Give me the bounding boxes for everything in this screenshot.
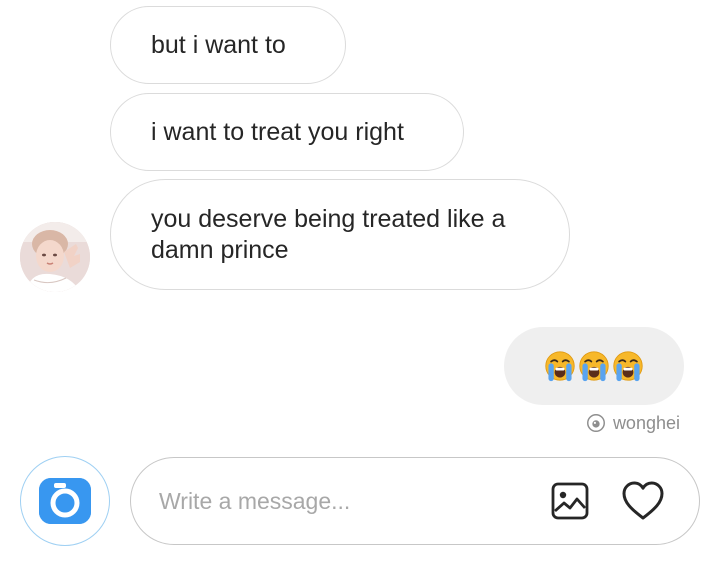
message-composer <box>130 457 700 545</box>
camera-button[interactable] <box>20 456 110 546</box>
avatar[interactable] <box>20 222 90 292</box>
incoming-message[interactable]: i want to treat you right <box>110 93 464 171</box>
avatar-image <box>20 222 90 292</box>
eye-icon <box>586 414 605 432</box>
outgoing-message[interactable] <box>504 327 684 405</box>
message-input[interactable] <box>159 458 539 544</box>
incoming-message[interactable]: but i want to <box>110 6 346 84</box>
heart-icon[interactable] <box>621 480 665 522</box>
seen-receipt: wonghei <box>585 412 680 434</box>
loudly-crying-face-icon <box>613 351 643 382</box>
loudly-crying-face-icon <box>579 351 609 382</box>
message-text: i want to treat you right <box>151 117 404 146</box>
seen-username: wonghei <box>612 412 680 433</box>
incoming-message[interactable]: you deserve being treated like a damn pr… <box>110 179 570 290</box>
image-icon[interactable] <box>551 482 589 520</box>
message-text: but i want to <box>151 30 286 59</box>
message-text: you deserve being treated like a damn pr… <box>151 204 506 264</box>
loudly-crying-face-icon <box>545 351 575 382</box>
camera-icon <box>39 478 91 524</box>
